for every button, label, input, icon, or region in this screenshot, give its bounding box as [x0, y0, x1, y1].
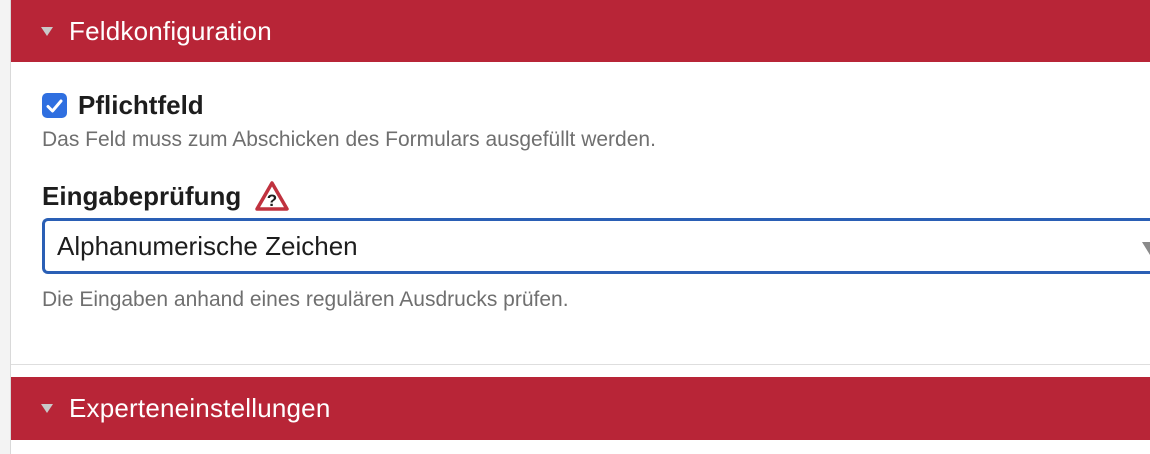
left-rail — [0, 0, 11, 454]
page: Feldkonfiguration Pflichtfeld Das Feld m… — [0, 0, 1150, 454]
checkmark-icon — [46, 99, 63, 112]
validation-select-value: Alphanumerische Zeichen — [57, 230, 358, 261]
section-body-feldkonfiguration: Pflichtfeld Das Feld muss zum Abschicken… — [11, 62, 1150, 365]
warning-question-icon[interactable]: ? — [255, 180, 290, 212]
section-title: Feldkonfiguration — [69, 15, 272, 46]
collapse-triangle-icon — [41, 404, 53, 413]
caret-down-icon — [1142, 242, 1150, 255]
validation-label: Eingabeprüfung — [42, 180, 242, 211]
validation-select[interactable]: Alphanumerische Zeichen — [42, 218, 1150, 274]
section-header-experteneinstellungen[interactable]: Experteneinstellungen — [11, 377, 1150, 440]
section-title: Experteneinstellungen — [69, 393, 331, 423]
required-checkbox-row[interactable]: Pflichtfeld — [42, 90, 204, 121]
required-checkbox[interactable] — [42, 93, 67, 118]
svg-text:?: ? — [267, 191, 277, 210]
required-label[interactable]: Pflichtfeld — [78, 90, 204, 121]
section-body-experteneinstellungen — [11, 440, 1150, 454]
section-header-feldkonfiguration[interactable]: Feldkonfiguration — [11, 0, 1150, 62]
validation-label-row: Eingabeprüfung ? — [42, 180, 290, 212]
collapse-triangle-icon — [41, 26, 53, 36]
required-help-text: Das Feld muss zum Abschicken des Formula… — [42, 128, 656, 151]
validation-help-text: Die Eingaben anhand eines regulären Ausd… — [42, 288, 569, 311]
